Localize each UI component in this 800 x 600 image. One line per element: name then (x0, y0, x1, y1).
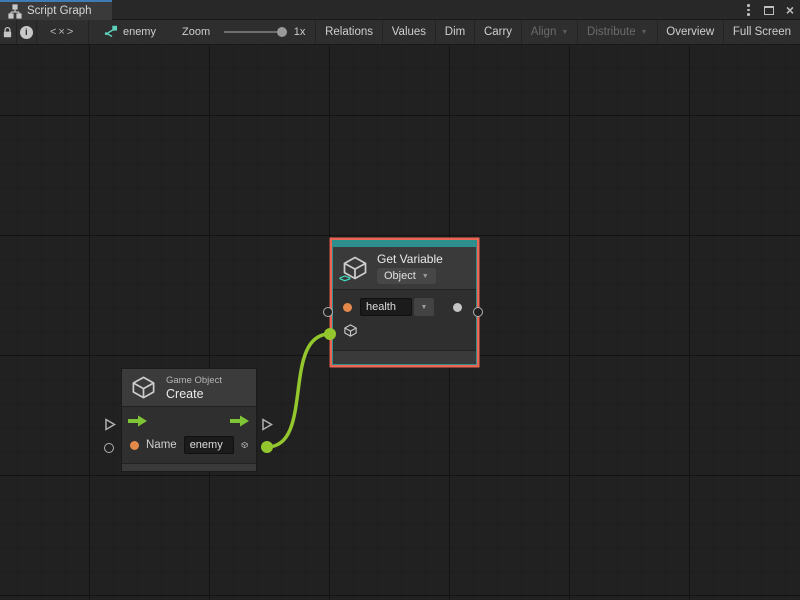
tab-title: Script Graph (27, 5, 92, 17)
variable-name-dropdown-button[interactable]: ▼ (414, 298, 434, 316)
close-button[interactable]: × (786, 3, 794, 17)
create-node-footer (122, 463, 256, 471)
game-object-output-cube-icon[interactable] (241, 437, 248, 453)
chevron-down-icon: ▼ (641, 29, 648, 36)
toolbar-button-distribute[interactable]: Distribute▼ (578, 20, 657, 44)
variable-scope-dropdown[interactable]: Object ▼ (377, 268, 436, 284)
create-node-category: Game Object (166, 375, 222, 386)
chevron-down-icon: ▼ (421, 304, 428, 311)
create-name-input-port[interactable] (104, 443, 114, 453)
graph-breadcrumb[interactable]: enemy (103, 20, 156, 44)
code-view-button[interactable]: <×> (37, 20, 88, 44)
chevron-down-icon: ▼ (561, 29, 568, 36)
get-variable-icon: <> (341, 254, 369, 282)
zoom-label: Zoom (182, 26, 210, 38)
toolbar-button-fullscreen[interactable]: Full Screen (724, 20, 800, 44)
window-controls: × (745, 0, 794, 20)
get-variable-name-input-port[interactable] (323, 307, 333, 317)
get-variable-header[interactable]: <> Get Variable Object ▼ (333, 247, 476, 289)
toolbar-button-align[interactable]: Align▼ (522, 20, 578, 44)
node-get-variable[interactable]: <> Get Variable Object ▼ ▼ (332, 240, 477, 365)
graph-canvas[interactable]: Game Object Create Name (0, 45, 800, 600)
node-create-game-object[interactable]: Game Object Create Name (121, 368, 257, 472)
wire-source-dot[interactable] (261, 441, 273, 453)
get-variable-value-output-port[interactable] (473, 307, 483, 317)
variable-name-input[interactable] (360, 298, 412, 316)
name-port-label: Name (146, 439, 177, 451)
variable-angle-brackets-icon: <> (339, 273, 350, 285)
control-output-arrow-icon[interactable] (230, 415, 250, 427)
maximize-button[interactable] (764, 6, 774, 15)
zoom-slider-handle[interactable] (277, 27, 287, 37)
info-button[interactable]: i (16, 20, 36, 44)
game-object-cube-icon (130, 374, 157, 401)
value-output-port-dot[interactable] (453, 303, 462, 312)
create-control-output-port[interactable] (261, 418, 274, 434)
script-graph-icon (8, 4, 22, 19)
control-input-arrow-icon[interactable] (128, 415, 148, 427)
toolbar-button-values[interactable]: Values (383, 20, 435, 44)
zoom-slider[interactable] (224, 27, 287, 37)
variable-name-port-dot[interactable] (343, 303, 352, 312)
create-node-title: Create (166, 387, 222, 401)
lock-button[interactable] (0, 20, 16, 44)
toolbar-button-relations[interactable]: Relations (316, 20, 382, 44)
window-menu-button[interactable] (745, 2, 752, 18)
graph-icon (103, 25, 117, 39)
graph-name: enemy (123, 26, 156, 38)
connection-wire[interactable] (267, 334, 330, 447)
chevron-down-icon: ▼ (422, 273, 429, 280)
toolbar-button-overview[interactable]: Overview (657, 20, 723, 44)
name-input[interactable] (184, 436, 234, 454)
toolbar-button-carry[interactable]: Carry (475, 20, 521, 44)
tab-script-graph[interactable]: Script Graph (0, 0, 112, 20)
lock-icon (1, 25, 14, 39)
zoom-value: 1x (294, 26, 306, 38)
info-icon: i (20, 26, 33, 39)
graph-toolbar: i <×> enemy Zoom 1x Relations Value (0, 20, 800, 45)
get-variable-title: Get Variable (377, 252, 443, 266)
name-value-port-dot[interactable] (130, 441, 139, 450)
get-variable-footer (333, 350, 476, 364)
title-bar: Script Graph × (0, 0, 800, 20)
toolbar-button-dim[interactable]: Dim (436, 20, 474, 44)
object-input-cube-icon[interactable] (343, 323, 358, 338)
code-view-icon: <×> (50, 26, 75, 38)
create-node-header[interactable]: Game Object Create (122, 369, 256, 406)
script-graph-window: Script Graph × i <×> (0, 0, 800, 600)
create-control-input-port[interactable] (104, 418, 117, 434)
